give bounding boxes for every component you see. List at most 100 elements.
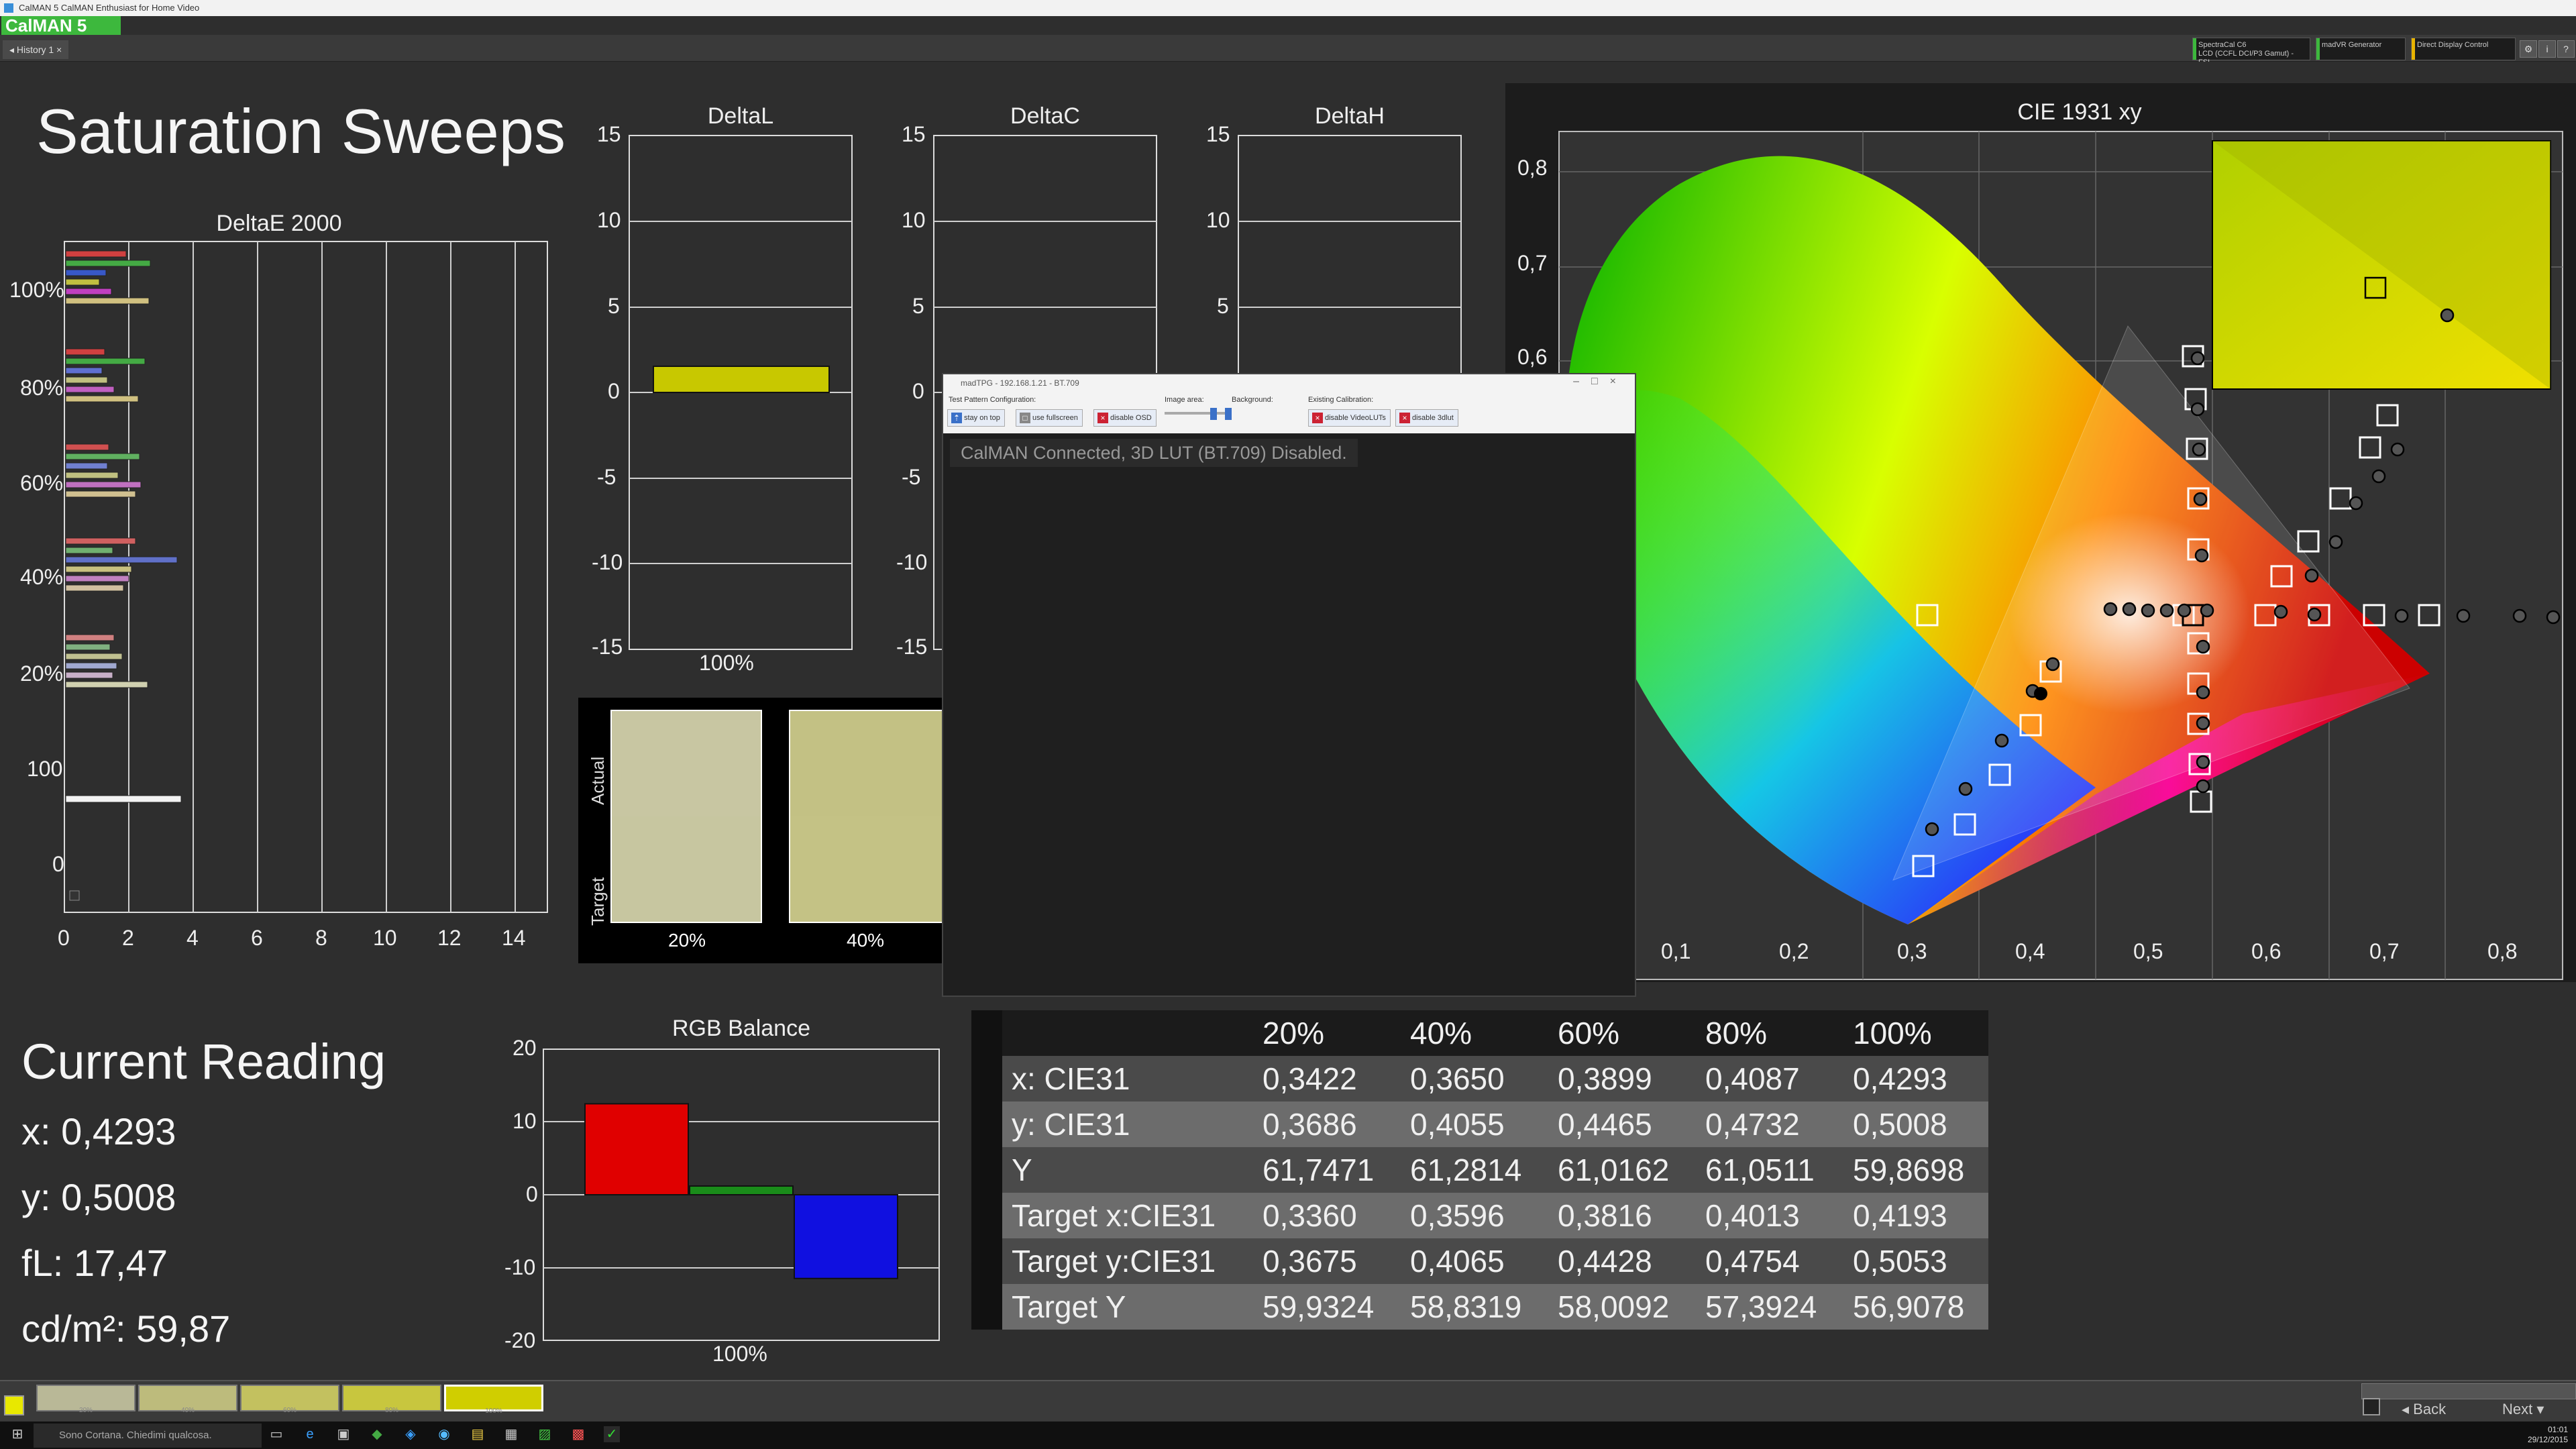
app-icon-4[interactable]: ▨ — [537, 1426, 553, 1442]
row-marker — [971, 1147, 1002, 1193]
deltae-xtick: 0 — [58, 926, 70, 950]
row-label: Target y:CIE31 — [1002, 1238, 1250, 1284]
taskbar-search[interactable]: Sono Cortana. Chiedimi qualcosa. — [34, 1424, 262, 1448]
deltae-xtick: 2 — [122, 926, 134, 950]
app-icon-3[interactable]: ◉ — [436, 1426, 452, 1442]
image-area-slider[interactable] — [1165, 412, 1232, 415]
background-thumb[interactable] — [1225, 408, 1232, 420]
swatch-button[interactable]: 100% — [444, 1385, 543, 1415]
calman-logo[interactable]: CalMAN 5 — [1, 16, 121, 35]
green-bar — [689, 1185, 794, 1195]
table-cell: 0,3422 — [1250, 1056, 1398, 1102]
swatch-button[interactable]: 80% — [342, 1385, 441, 1414]
windows-taskbar — [0, 1421, 2576, 1449]
table-cell: 0,4732 — [1693, 1102, 1841, 1147]
table-cell: 57,3924 — [1693, 1284, 1841, 1330]
deltae-xtick: 10 — [373, 926, 397, 950]
madtpg-status: CalMAN Connected, 3D LUT (BT.709) Disabl… — [950, 439, 1358, 467]
table-cell: 0,4293 — [1841, 1056, 1988, 1102]
delta-ytick: -10 — [592, 550, 623, 574]
reading-x: x: 0,4293 — [21, 1110, 176, 1152]
help-icon[interactable]: ? — [2557, 40, 2575, 58]
explorer-icon[interactable]: ▤ — [470, 1426, 486, 1442]
generator-selector[interactable]: madVR Generator — [2316, 38, 2406, 60]
table-cell: 0,5008 — [1841, 1102, 1988, 1147]
table-cell: 0,3360 — [1250, 1193, 1398, 1238]
column-header: 20% — [1250, 1010, 1398, 1056]
deltae-xtick: 6 — [251, 926, 263, 950]
nav-toolbar[interactable] — [2361, 1383, 2576, 1399]
tab-history[interactable]: ◂ History 1 × — [3, 40, 69, 59]
disable-osd-icon: × — [1097, 413, 1108, 423]
next-button[interactable]: Next ▾ — [2502, 1401, 2544, 1418]
disable-osd-button[interactable]: × disable OSD — [1093, 409, 1157, 427]
delta-ytick: 10 — [902, 208, 926, 232]
swatch-button[interactable]: 20% — [36, 1385, 136, 1414]
disable-videoluts-label: disable VideoLUTs — [1325, 414, 1386, 422]
calman-taskbar-icon[interactable]: ✓ — [604, 1426, 620, 1442]
existing-cal-label: Existing Calibration: — [1308, 396, 1374, 404]
app-icon-5[interactable]: ▩ — [570, 1426, 586, 1442]
actual-label: Actual — [588, 756, 608, 805]
deltae-chart — [64, 241, 548, 913]
store-icon[interactable]: ▣ — [335, 1426, 352, 1442]
current-color-indicator — [4, 1395, 24, 1415]
page-title: Saturation Sweeps — [36, 96, 566, 166]
rgb-category: 100% — [712, 1342, 767, 1366]
swatch-button[interactable]: 40% — [138, 1385, 237, 1414]
image-area-thumb[interactable] — [1210, 408, 1217, 420]
delta-ytick: 5 — [1217, 294, 1229, 318]
madtpg-toolbar: madTPG - 192.168.1.21 - BT.709 –□× Test … — [943, 374, 1635, 433]
rgb-ytick: 10 — [513, 1109, 537, 1133]
rgb-ytick: 0 — [526, 1182, 538, 1206]
display-name: Direct Display Control — [2417, 41, 2489, 49]
display-selector[interactable]: Direct Display Control — [2411, 38, 2516, 60]
next-label: Next — [2502, 1401, 2533, 1417]
deltae-ylabel: 100% — [9, 278, 64, 302]
reading-cdm2: cd/m²: 59,87 — [21, 1307, 231, 1350]
start-icon[interactable]: ⊞ — [9, 1426, 25, 1442]
edge-icon[interactable]: e — [302, 1426, 318, 1442]
target-label: Target — [588, 877, 608, 926]
window-controls[interactable]: –□× — [1573, 376, 1628, 388]
use-fullscreen-label: use fullscreen — [1032, 414, 1078, 422]
table-row: Target Y 59,9324 58,8319 58,0092 57,3924 56,9… — [971, 1284, 1988, 1330]
stay-on-top-button[interactable]: ⇡ stay on top — [947, 409, 1005, 427]
row-label: Target Y — [1002, 1284, 1250, 1330]
table-row: y: CIE31 0,3686 0,4055 0,4465 0,4732 0,5008 — [971, 1102, 1988, 1147]
cie-diagram — [1558, 131, 2563, 980]
swatch-button[interactable]: 60% — [240, 1385, 339, 1414]
disable-osd-label: disable OSD — [1110, 414, 1152, 422]
row-marker — [971, 1102, 1002, 1147]
row-marker — [971, 1056, 1002, 1102]
settings-icon[interactable]: ⚙ — [2520, 40, 2537, 58]
app-icon-1[interactable]: ◆ — [369, 1426, 385, 1442]
app-icon-2[interactable]: ◈ — [402, 1426, 419, 1442]
deltae-xtick: 14 — [502, 926, 526, 950]
deltae-ylabel: 80% — [20, 376, 64, 400]
column-header: 80% — [1693, 1010, 1841, 1056]
use-fullscreen-button[interactable]: □ use fullscreen — [1016, 409, 1083, 427]
calculator-icon[interactable]: ▦ — [503, 1426, 519, 1442]
swatch-40-target — [790, 816, 946, 922]
info-icon[interactable]: i — [2538, 40, 2556, 58]
delta-ytick: 0 — [608, 379, 620, 403]
table-cell: 59,9324 — [1250, 1284, 1398, 1330]
table-cell: 61,0511 — [1693, 1147, 1841, 1193]
cie-xtick: 0,2 — [1779, 939, 1809, 963]
madtpg-window[interactable]: madTPG - 192.168.1.21 - BT.709 –□× Test … — [942, 373, 1636, 997]
back-button[interactable]: ◂ Back — [2402, 1401, 2446, 1418]
stop-icon[interactable] — [2363, 1398, 2380, 1415]
disable-3dlut-button[interactable]: × disable 3dlut — [1395, 409, 1458, 427]
table-cell: 0,3686 — [1250, 1102, 1398, 1147]
meter-name: SpectraCal C6 — [2198, 41, 2247, 49]
task-view-icon[interactable]: ▭ — [268, 1426, 284, 1442]
meter-selector[interactable]: SpectraCal C6 LCD (CCFL DCI/P3 Gamut) - … — [2192, 38, 2310, 66]
generator-name: madVR Generator — [2322, 41, 2382, 49]
meter-status-bar — [2193, 38, 2196, 60]
deltae-ylabel: 100 — [27, 757, 63, 781]
cie-xtick: 0,7 — [2369, 939, 2400, 963]
cie-ytick: 0,6 — [1517, 345, 1548, 369]
table-cell: 0,4065 — [1398, 1238, 1546, 1284]
disable-videoluts-button[interactable]: × disable VideoLUTs — [1308, 409, 1391, 427]
